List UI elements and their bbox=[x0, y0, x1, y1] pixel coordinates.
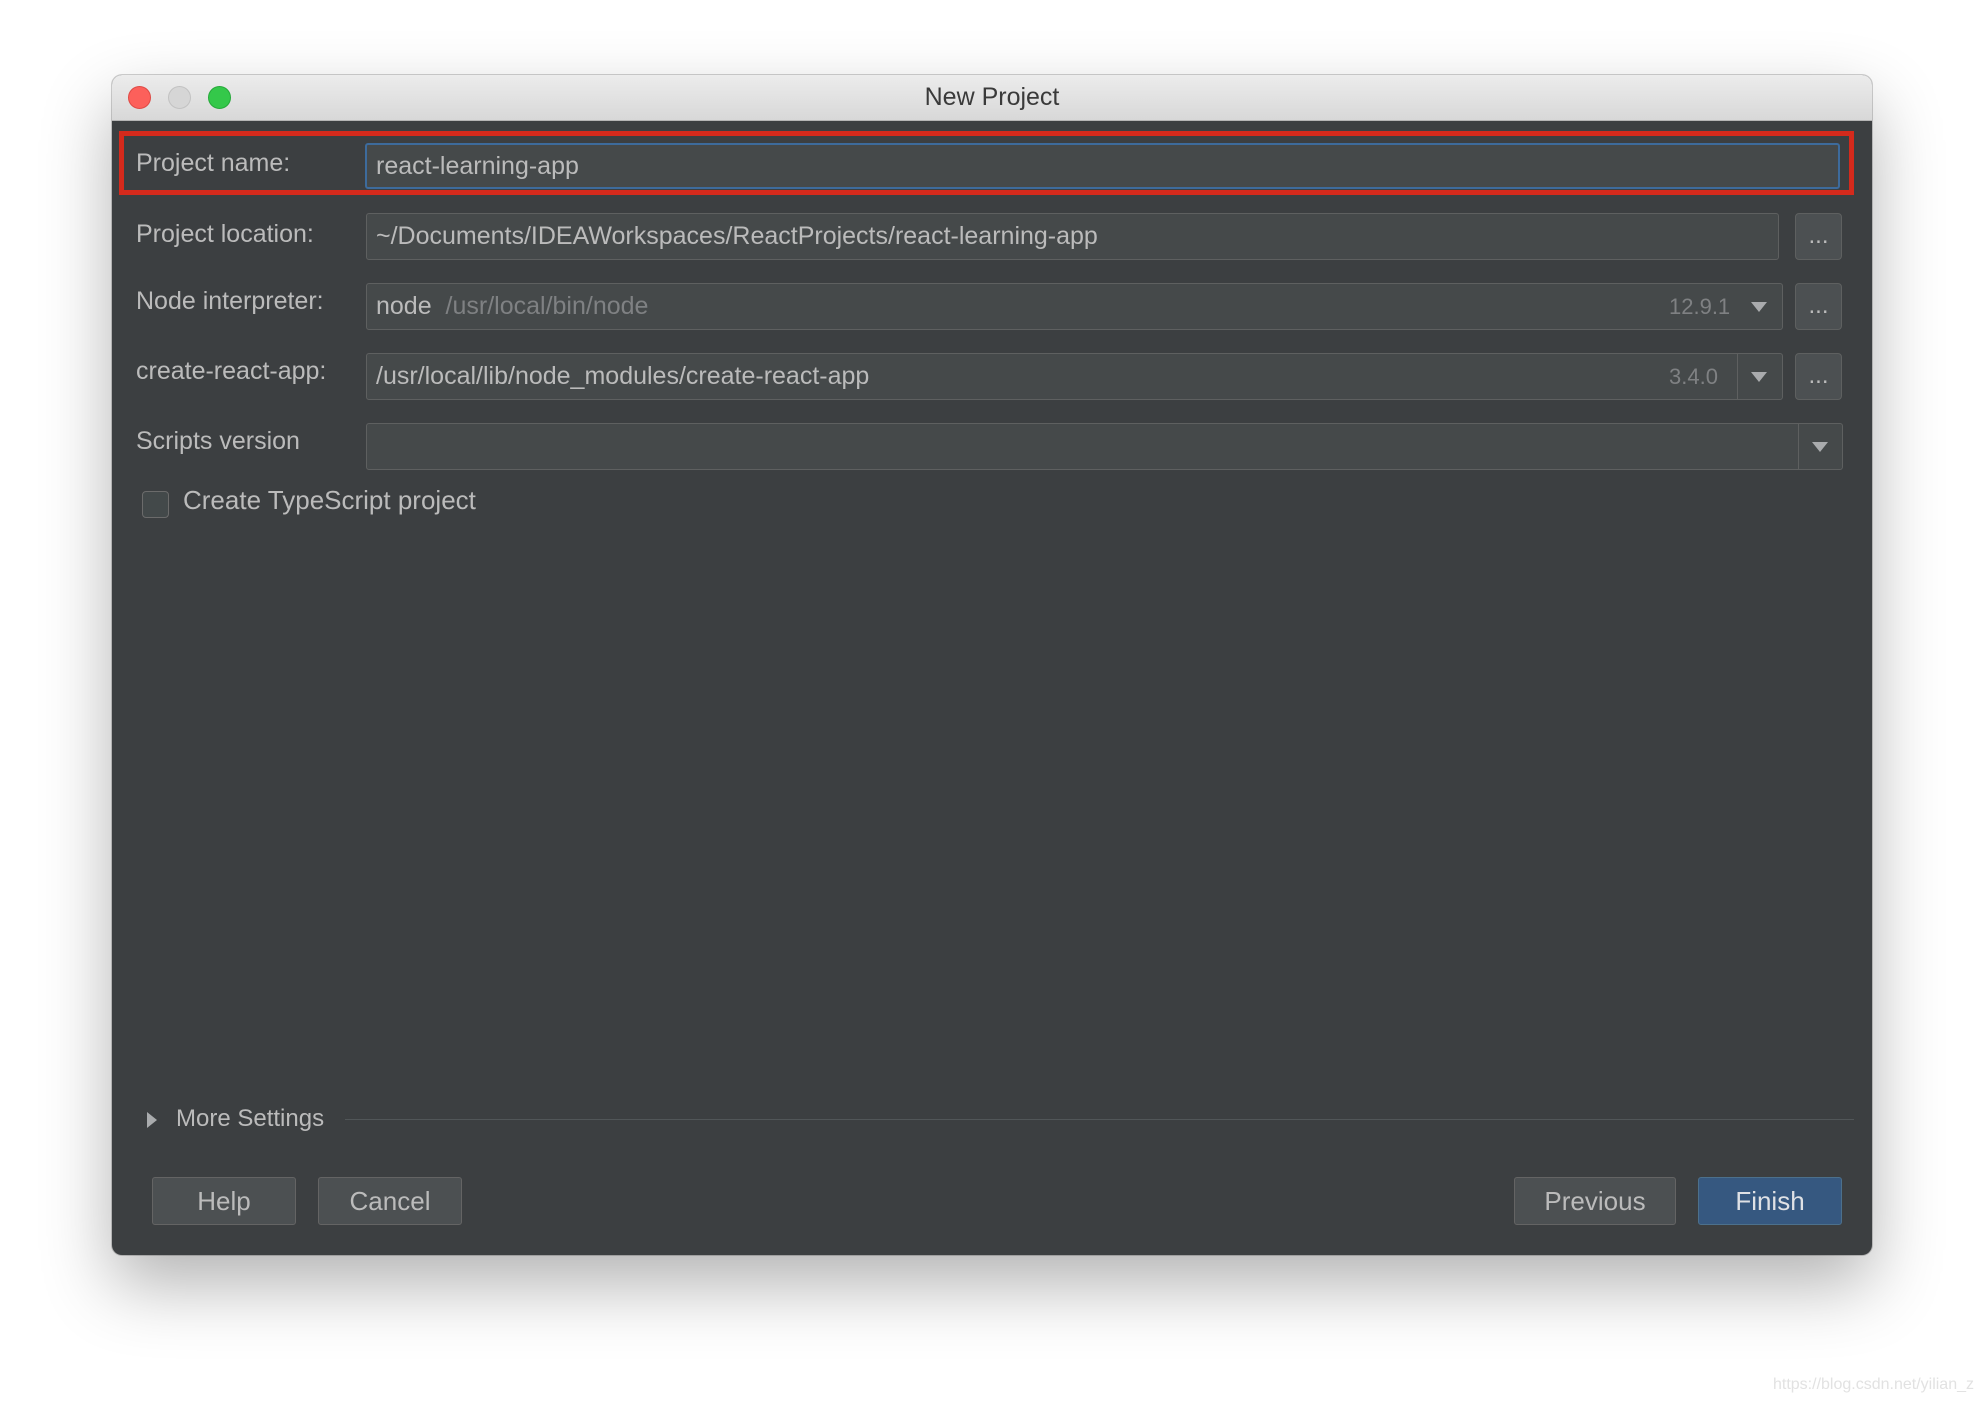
project-location-input[interactable]: ~/Documents/IDEAWorkspaces/ReactProjects… bbox=[366, 213, 1779, 260]
create-react-app-label: create-react-app: bbox=[136, 357, 327, 385]
finish-button[interactable]: Finish bbox=[1698, 1177, 1842, 1225]
project-location-browse-button[interactable]: ... bbox=[1795, 213, 1842, 260]
node-interpreter-value: node /usr/local/bin/node bbox=[376, 284, 648, 329]
watermark: https://blog.csdn.net/yilian_z bbox=[1772, 1376, 1974, 1393]
more-settings-toggle[interactable]: More Settings bbox=[176, 1105, 324, 1133]
node-interpreter-select[interactable]: node /usr/local/bin/node 12.9.1 bbox=[366, 283, 1783, 330]
node-interpreter-label: Node interpreter: bbox=[136, 287, 324, 315]
create-react-app-browse-button[interactable]: ... bbox=[1795, 353, 1842, 400]
project-name-value: react-learning-app bbox=[376, 152, 579, 180]
create-react-app-select[interactable]: /usr/local/lib/node_modules/create-react… bbox=[366, 353, 1783, 400]
node-interpreter-version: 12.9.1 bbox=[1669, 294, 1731, 319]
chevron-down-icon[interactable] bbox=[1812, 442, 1828, 452]
node-interpreter-browse-button[interactable]: ... bbox=[1795, 283, 1842, 330]
typescript-checkbox[interactable] bbox=[142, 491, 169, 518]
project-name-label: Project name: bbox=[136, 149, 291, 177]
new-project-dialog: New Project Project name: react-learning… bbox=[112, 75, 1872, 1255]
expand-arrow-icon[interactable] bbox=[147, 1112, 157, 1128]
dropdown-separator bbox=[1798, 424, 1799, 469]
cancel-button[interactable]: Cancel bbox=[318, 1177, 462, 1225]
project-name-input[interactable]: react-learning-app bbox=[365, 143, 1840, 189]
scripts-version-select[interactable] bbox=[366, 423, 1843, 470]
project-location-label: Project location: bbox=[136, 220, 314, 248]
title-bar[interactable]: New Project bbox=[112, 75, 1872, 121]
create-react-app-value: /usr/local/lib/node_modules/create-react… bbox=[376, 362, 870, 390]
create-react-app-version: 3.4.0 bbox=[1669, 364, 1718, 389]
help-button[interactable]: Help bbox=[152, 1177, 296, 1225]
chevron-down-icon[interactable] bbox=[1751, 372, 1767, 382]
node-interpreter-path: /usr/local/bin/node bbox=[445, 292, 649, 320]
previous-button[interactable]: Previous bbox=[1514, 1177, 1676, 1225]
window-title: New Project bbox=[924, 83, 1060, 111]
node-interpreter-name: node bbox=[376, 292, 432, 320]
chevron-down-icon[interactable] bbox=[1751, 302, 1767, 312]
typescript-checkbox-label[interactable]: Create TypeScript project bbox=[183, 485, 476, 516]
scripts-version-label: Scripts version bbox=[136, 427, 300, 455]
project-location-value: ~/Documents/IDEAWorkspaces/ReactProjects… bbox=[376, 222, 1098, 250]
more-settings-divider bbox=[345, 1119, 1854, 1120]
dropdown-separator bbox=[1737, 354, 1738, 399]
